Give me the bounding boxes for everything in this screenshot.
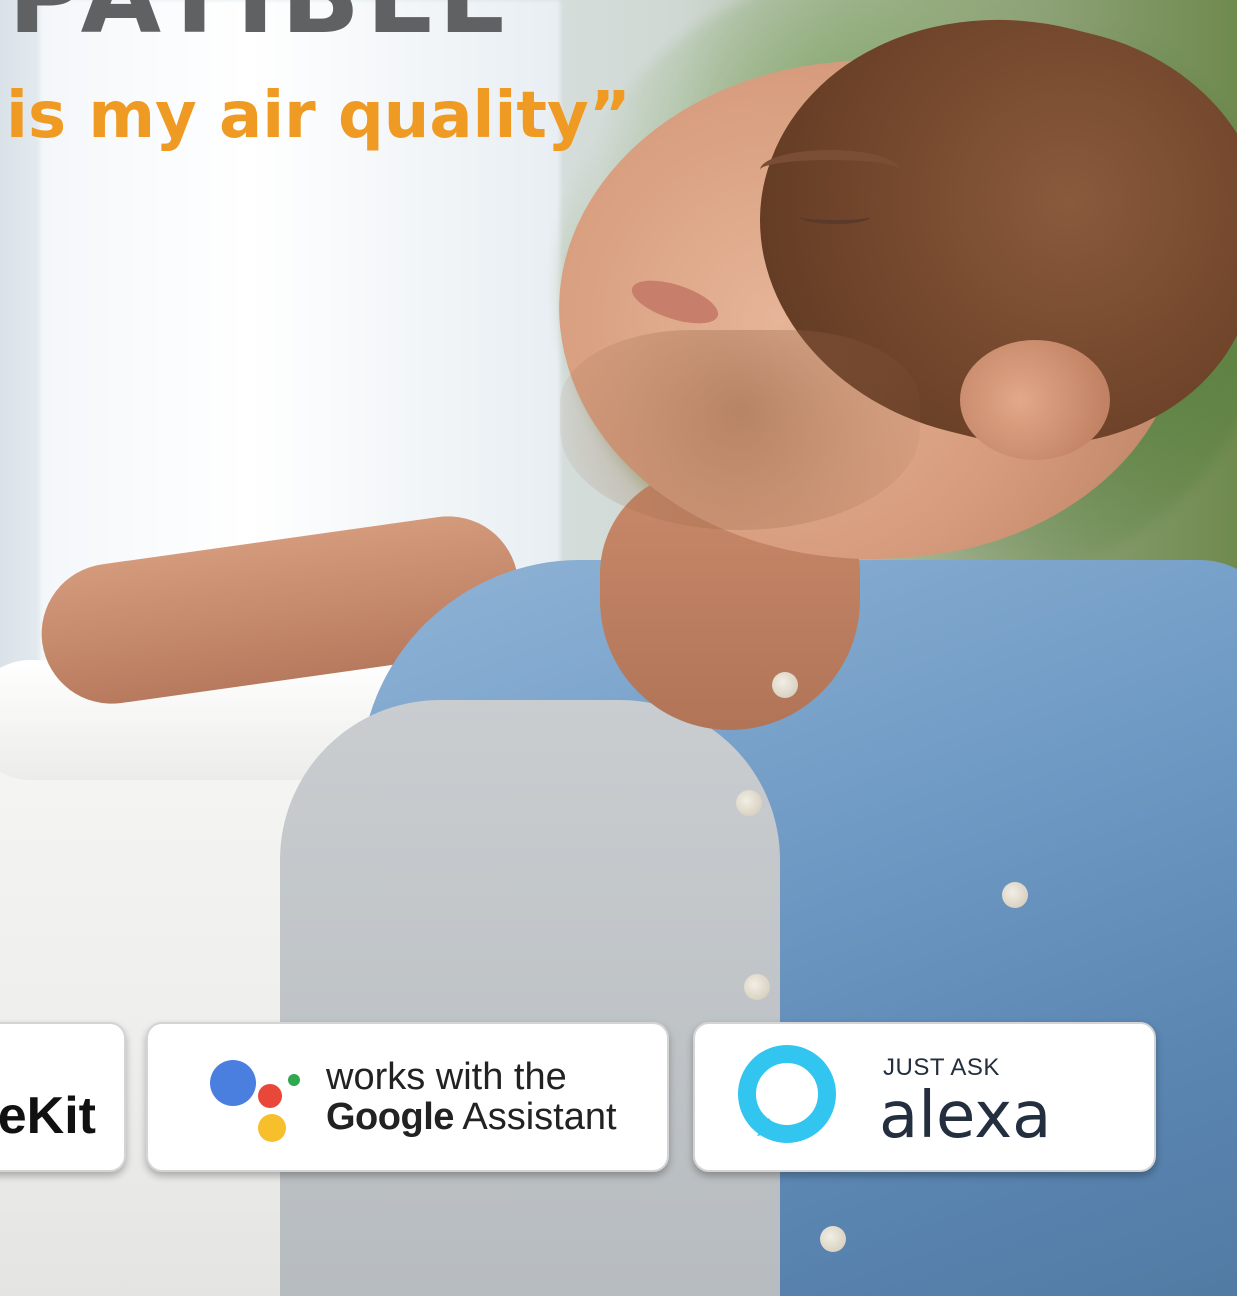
google-blue-dot xyxy=(210,1060,256,1106)
man-beard xyxy=(560,330,920,530)
hero-photo: PATIBLE is my air quality” eKit works wi… xyxy=(0,0,1237,1296)
homekit-badge[interactable]: eKit xyxy=(0,1022,126,1172)
tagline: is my air quality” xyxy=(6,79,631,153)
google-brand: Google xyxy=(326,1096,454,1138)
grey-tshirt xyxy=(280,700,780,1296)
homekit-label: eKit xyxy=(0,1087,96,1145)
google-assistant-icon xyxy=(206,1060,302,1144)
google-suffix: Assistant xyxy=(462,1096,617,1138)
google-badge-line1: works with the xyxy=(326,1056,567,1098)
alexa-ring-icon xyxy=(738,1045,836,1143)
google-assistant-badge[interactable]: works with the Google Assistant xyxy=(146,1022,669,1172)
google-yellow-dot xyxy=(258,1114,286,1142)
man-closed-eye xyxy=(800,210,870,224)
google-green-dot xyxy=(288,1074,300,1086)
shirt-button xyxy=(1002,882,1028,908)
alexa-badge[interactable]: JUST ASK alexa xyxy=(693,1022,1156,1172)
shirt-button xyxy=(820,1226,846,1252)
google-badge-line2: Google Assistant xyxy=(326,1098,617,1136)
alexa-just-ask: JUST ASK xyxy=(883,1054,1000,1081)
shirt-button xyxy=(772,672,798,698)
google-red-dot xyxy=(258,1084,282,1108)
man-ear xyxy=(960,340,1110,460)
shirt-button xyxy=(736,790,762,816)
headline: PATIBLE xyxy=(8,0,515,48)
alexa-wordmark: alexa xyxy=(879,1079,1052,1153)
man-eyebrow xyxy=(760,150,900,190)
shirt-button xyxy=(744,974,770,1000)
